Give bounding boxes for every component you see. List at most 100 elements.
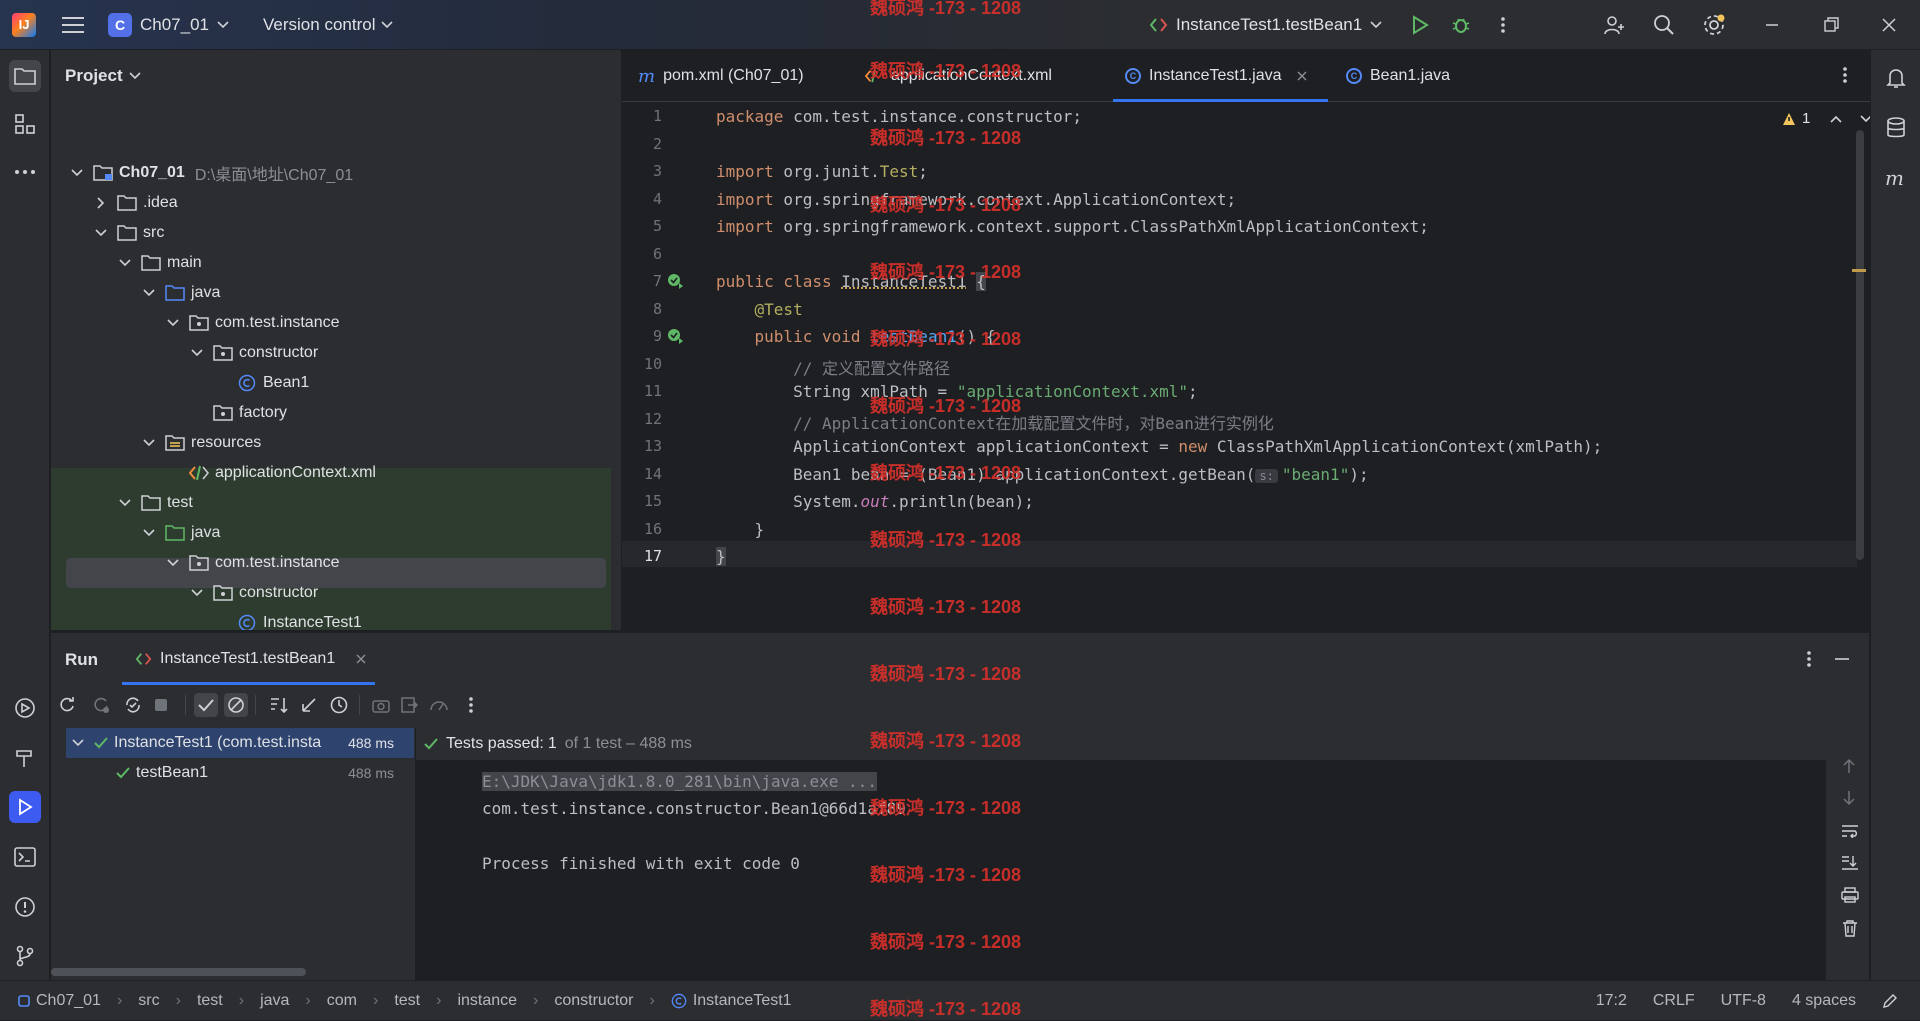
search-button[interactable] [1653,0,1675,50]
tab-run-config[interactable]: InstanceTest1.testBean1 [136,633,367,685]
test-history-button[interactable] [327,693,351,717]
show-passed-toggle[interactable] [194,693,218,717]
run-test-class-gutter-icon[interactable] [666,272,684,290]
breadcrumb-item[interactable]: constructor [554,992,633,1010]
close-icon[interactable] [1296,70,1308,82]
scroll-up-button[interactable] [1842,758,1856,774]
settings-button[interactable] [1702,0,1726,50]
maven-tool-button[interactable]: m [1880,162,1912,194]
screenshot-button[interactable] [369,693,393,717]
tree-item-appctx[interactable]: applicationContext.xml [51,458,621,488]
tab-pom-xml[interactable]: m pom.xml (Ch07_01) [638,50,804,102]
tree-item-package-main[interactable]: com.test.instance [51,308,621,338]
project-switcher[interactable]: C Ch07_01 [108,13,229,37]
run-panel-options-button[interactable] [1806,650,1812,668]
soft-wrap-button[interactable] [1841,824,1859,838]
stop-button[interactable] [149,693,173,717]
run-panel-hide-button[interactable] [1834,650,1850,668]
tab-bean1-java[interactable]: C Bean1.java [1346,50,1450,102]
structure-tool-button[interactable] [9,108,41,140]
breadcrumb-item[interactable]: test [197,992,223,1010]
scroll-down-button[interactable] [1842,790,1856,806]
minimize-button[interactable] [1764,13,1780,37]
run-tool-button[interactable] [9,791,41,823]
tree-item-java-test[interactable]: java [51,518,621,548]
run-panel-header: Run InstanceTest1.testBean1 [51,633,1869,685]
breadcrumb-item[interactable]: src [138,992,159,1010]
project-panel-header[interactable]: Project [65,66,141,86]
notifications-button[interactable] [1880,62,1912,94]
tree-item-test[interactable]: test [51,488,621,518]
chevron-down-icon[interactable] [1860,115,1870,123]
version-control-menu[interactable]: Version control [263,15,393,35]
rerun-failed-button[interactable] [89,693,113,717]
sort-alphabetically-button[interactable] [267,693,291,717]
build-tool-button[interactable] [9,742,41,774]
tree-item-resources[interactable]: resources [51,428,621,458]
chevron-up-icon[interactable] [1830,115,1842,123]
tree-item-bean1[interactable]: Bean1 [51,368,621,398]
print-button[interactable] [1841,887,1859,903]
run-test-method-gutter-icon[interactable] [666,327,684,345]
breadcrumb-item[interactable]: java [260,992,289,1010]
tree-item-package-test[interactable]: com.test.instance [51,548,621,578]
tree-item-factory-main[interactable]: factory [51,398,621,428]
readonly-lock-icon[interactable] [1882,993,1898,1009]
rerun-button[interactable] [55,693,79,717]
tab-application-context-xml[interactable]: applicationContext.xml [865,50,1052,102]
run-config-selector[interactable]: InstanceTest1.testBean1 [1150,0,1382,50]
tree-item-constructor-test[interactable]: constructor [51,578,621,608]
project-tool-button[interactable] [9,60,41,92]
run-toolbar-more-button[interactable] [459,693,483,717]
tree-item-main[interactable]: main [51,248,621,278]
breadcrumb-item[interactable]: InstanceTest1 [693,992,792,1010]
breadcrumb-item[interactable]: Ch07_01 [36,992,101,1010]
intellij-logo-icon[interactable]: IJ [12,13,36,37]
file-encoding[interactable]: UTF-8 [1721,992,1766,1010]
tree-item-java-main[interactable]: java [51,278,621,308]
more-actions-button[interactable] [1500,0,1506,50]
editor-scrollbar[interactable] [1856,130,1864,560]
coverage-button[interactable] [427,693,451,717]
database-tool-button[interactable] [1880,112,1912,144]
caret-position[interactable]: 17:2 [1596,992,1627,1010]
more-tools-button[interactable] [9,156,41,188]
scroll-to-end-button[interactable] [1841,855,1859,871]
tabs-more-button[interactable] [1842,66,1848,84]
tree-item-constructor-main[interactable]: constructor [51,338,621,368]
breadcrumb-item[interactable]: instance [457,992,517,1010]
breadcrumb-item[interactable]: com [327,992,357,1010]
services-tool-button[interactable] [9,692,41,724]
close-icon[interactable] [355,653,367,665]
clear-console-button[interactable] [1842,919,1858,937]
tab-label: applicationContext.xml [891,67,1052,85]
run-button[interactable] [1410,0,1430,50]
tree-item-src[interactable]: src [51,218,621,248]
problems-tool-button[interactable] [9,891,41,923]
debug-button[interactable] [1451,0,1471,50]
test-summary-bar: Tests passed: 1 of 1 test – 488 ms [416,728,1826,760]
git-tool-button[interactable] [9,940,41,972]
test-tree-hscrollbar[interactable] [51,968,306,976]
test-row-method[interactable]: testBean1 488 ms [66,758,414,788]
tree-item-idea[interactable]: .idea [51,188,621,218]
terminal-tool-button[interactable] [9,841,41,873]
restore-button[interactable] [1823,13,1839,37]
export-results-button[interactable] [397,693,421,717]
collapse-all-button[interactable] [297,693,321,717]
arrow-down-icon [1842,790,1856,806]
toggle-auto-test-button[interactable] [121,693,145,717]
test-row-class[interactable]: InstanceTest1 (com.test.insta 488 ms [66,728,414,758]
inspection-widget[interactable]: 1 [1782,110,1870,127]
warning-stripe-marker[interactable] [1852,269,1866,272]
code-with-me-button[interactable] [1603,0,1625,50]
console-output[interactable]: Tests passed: 1 of 1 test – 488 ms E:\JD… [416,728,1826,981]
close-window-button[interactable] [1881,13,1897,37]
tree-item-root[interactable]: Ch07_01 D:\桌面\地址\Ch07_01 [51,158,621,188]
line-separator[interactable]: CRLF [1653,992,1695,1010]
main-menu-icon[interactable] [62,16,84,34]
show-ignored-toggle[interactable] [224,693,248,717]
breadcrumb-item[interactable]: test [394,992,420,1010]
tab-instancetest1-java[interactable]: C InstanceTest1.java [1125,50,1308,102]
indent-setting[interactable]: 4 spaces [1792,992,1856,1010]
